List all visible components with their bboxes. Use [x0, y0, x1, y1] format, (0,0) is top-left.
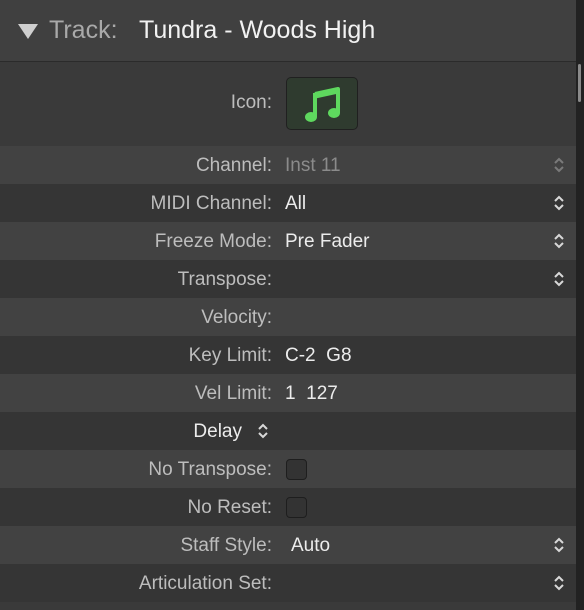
no-transpose-checkbox[interactable] [286, 459, 307, 480]
channel-row[interactable]: Channel: Inst 11 [0, 146, 576, 184]
midi-channel-updown-icon[interactable] [552, 194, 566, 212]
staff-style-updown-icon[interactable] [552, 536, 566, 554]
disclosure-triangle-icon[interactable] [18, 24, 38, 39]
velocity-label: Velocity: [201, 307, 272, 328]
channel-updown-icon[interactable] [552, 156, 566, 174]
transpose-label: Transpose: [177, 269, 272, 290]
track-name: Tundra - Woods High [139, 16, 376, 44]
transpose-row[interactable]: Transpose: [0, 260, 576, 298]
vel-limit-value[interactable]: 1 127 [285, 383, 338, 405]
staff-style-value[interactable]: Auto [291, 535, 330, 557]
delay-label[interactable]: Delay [193, 421, 242, 443]
transpose-updown-icon[interactable] [552, 270, 566, 288]
no-transpose-row: No Transpose: [0, 450, 576, 488]
track-icon-button[interactable] [286, 77, 358, 130]
freeze-mode-value[interactable]: Pre Fader [285, 231, 369, 253]
track-inspector-panel: Track: Tundra - Woods High Icon: Channel… [0, 0, 584, 610]
midi-channel-label: MIDI Channel: [150, 193, 272, 214]
icon-label: Icon: [230, 92, 272, 113]
key-limit-label: Key Limit: [188, 345, 272, 366]
midi-channel-row[interactable]: MIDI Channel: All [0, 184, 576, 222]
channel-label: Channel: [195, 155, 272, 176]
freeze-mode-label: Freeze Mode: [154, 231, 272, 252]
scrollbar[interactable] [578, 64, 581, 102]
midi-channel-value[interactable]: All [285, 193, 306, 215]
icon-row: Icon: [0, 62, 576, 144]
track-prefix-label: Track: [49, 16, 118, 44]
vel-limit-label: Vel Limit: [194, 383, 272, 404]
staff-style-label: Staff Style: [180, 535, 272, 556]
track-header[interactable]: Track: Tundra - Woods High [0, 0, 584, 62]
velocity-row[interactable]: Velocity: [0, 298, 576, 336]
music-notes-icon [305, 87, 340, 122]
delay-updown-icon[interactable] [256, 422, 270, 440]
freeze-mode-row[interactable]: Freeze Mode: Pre Fader [0, 222, 576, 260]
no-reset-label: No Reset: [187, 497, 272, 518]
articulation-set-label: Articulation Set: [138, 573, 272, 594]
staff-style-row[interactable]: Staff Style: Auto [0, 526, 576, 564]
no-reset-row: No Reset: [0, 488, 576, 526]
articulation-set-updown-icon[interactable] [552, 574, 566, 592]
channel-value[interactable]: Inst 11 [285, 155, 341, 177]
vel-limit-row[interactable]: Vel Limit: 1 127 [0, 374, 576, 412]
freeze-mode-updown-icon[interactable] [552, 232, 566, 250]
articulation-set-row[interactable]: Articulation Set: [0, 564, 576, 602]
key-limit-row[interactable]: Key Limit: C-2 G8 [0, 336, 576, 374]
key-limit-value[interactable]: C-2 G8 [285, 345, 352, 367]
no-transpose-label: No Transpose: [148, 459, 272, 480]
delay-row[interactable]: Delay [0, 412, 576, 450]
no-reset-checkbox[interactable] [286, 497, 307, 518]
